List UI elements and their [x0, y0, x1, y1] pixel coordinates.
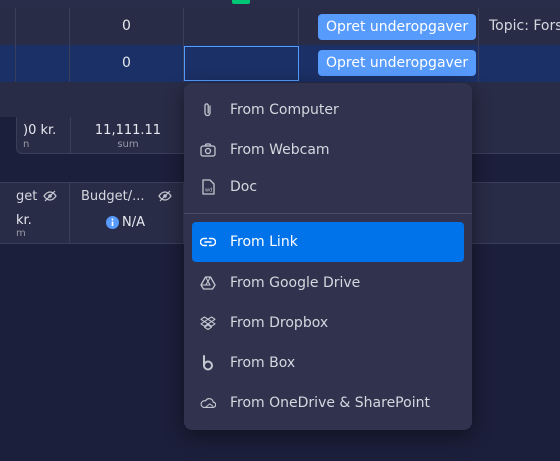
- summary-value: )0 kr.: [23, 123, 57, 138]
- menu-item-label: From Dropbox: [230, 315, 329, 331]
- menu-item-from-webcam[interactable]: From Webcam: [192, 130, 464, 170]
- doc-icon: wd: [200, 179, 216, 195]
- paperclip-icon: [200, 102, 216, 118]
- table-header-strip: [0, 0, 560, 8]
- menu-item-label: From Webcam: [230, 142, 330, 158]
- menu-item-from-onedrive-sharepoint[interactable]: From OneDrive & SharePoint: [192, 383, 464, 423]
- subitems-count: 0: [70, 45, 184, 82]
- box-icon: [200, 355, 216, 371]
- budget-sub-left: m: [16, 228, 26, 239]
- file-source-menu: From Computer From Webcam wd Doc From Li…: [184, 83, 472, 430]
- menu-item-label: From Box: [230, 355, 296, 371]
- onedrive-icon: [200, 395, 216, 411]
- camera-icon: [200, 142, 216, 158]
- summary-cell-left: )0 kr. n: [17, 117, 71, 153]
- status-indicator: [232, 0, 250, 4]
- sum-label: sum: [117, 139, 139, 150]
- table-row-selected: 0 Opret underopgaver: [0, 45, 560, 82]
- eye-off-icon[interactable]: [158, 190, 172, 202]
- budget-cell-right: Budget/... N/A: [70, 183, 184, 243]
- summary-block: )0 kr. n 11,111.11 sum: [16, 117, 185, 154]
- menu-item-label: From Computer: [230, 102, 339, 118]
- menu-item-from-dropbox[interactable]: From Dropbox: [192, 303, 464, 343]
- budget-cell-left: get kr. m: [0, 183, 70, 243]
- sum-value: 11,111.11: [94, 123, 162, 138]
- create-subitems-button[interactable]: Opret underopgaver: [318, 50, 477, 76]
- budget-value-left: kr.: [16, 213, 32, 228]
- subitems-count: 0: [70, 8, 184, 45]
- info-icon[interactable]: [106, 216, 119, 229]
- create-subitems-button[interactable]: Opret underopgaver: [318, 14, 477, 40]
- menu-item-from-google-drive[interactable]: From Google Drive: [192, 263, 464, 303]
- button-cell: Opret underopgaver: [299, 8, 479, 45]
- svg-text:wd: wd: [205, 188, 212, 194]
- topic-text: Topic: Forsi: [489, 18, 560, 34]
- menu-item-label: From OneDrive & SharePoint: [230, 395, 430, 411]
- menu-item-from-link[interactable]: From Link: [192, 222, 464, 262]
- button-cell: Opret underopgaver: [299, 45, 479, 82]
- row-cell: [16, 45, 70, 82]
- menu-item-label: From Link: [230, 234, 298, 250]
- menu-divider: [184, 213, 472, 214]
- menu-item-label: From Google Drive: [230, 275, 361, 291]
- row-left-edge: [0, 8, 16, 45]
- budget-header-left: get: [16, 189, 38, 204]
- link-icon: [200, 234, 216, 250]
- menu-item-from-computer[interactable]: From Computer: [192, 90, 464, 130]
- budget-header-right: Budget/...: [81, 189, 145, 204]
- file-cell-focused[interactable]: [184, 46, 299, 81]
- eye-off-icon[interactable]: [43, 190, 57, 202]
- menu-item-doc[interactable]: wd Doc: [192, 167, 464, 207]
- google-drive-icon: [200, 275, 216, 291]
- menu-item-from-box[interactable]: From Box: [192, 343, 464, 383]
- dropbox-icon: [200, 315, 216, 331]
- row-left-edge: [0, 45, 16, 82]
- file-cell[interactable]: [184, 8, 299, 45]
- budget-value-right: N/A: [122, 215, 145, 230]
- table-row: 0 Opret underopgaver Topic: Forsi: [0, 8, 560, 46]
- menu-item-label: Doc: [230, 179, 258, 195]
- row-cell: [16, 8, 70, 45]
- summary-sub: n: [23, 139, 30, 150]
- summary-cell-sum: 11,111.11 sum: [71, 117, 185, 153]
